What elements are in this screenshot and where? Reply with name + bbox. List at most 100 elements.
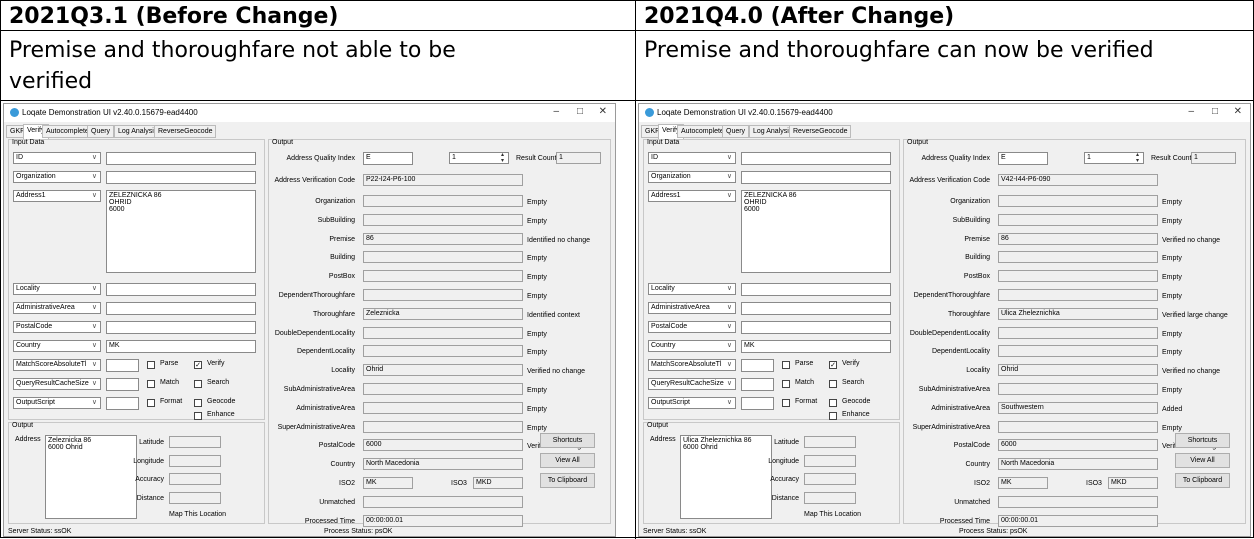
app-window: Loqate Demonstration UI v2.40.0.15679-ea… bbox=[3, 103, 616, 537]
screenshot-after: Loqate Demonstration UI v2.40.0.15679-ea… bbox=[636, 101, 1253, 539]
field-value-input[interactable]: MK bbox=[106, 340, 256, 353]
option-value-input[interactable] bbox=[741, 397, 774, 410]
field-value-input[interactable] bbox=[741, 152, 891, 165]
avc-label: Address Verification Code bbox=[274, 177, 355, 184]
checkbox-format[interactable] bbox=[782, 399, 790, 407]
output-field-label: DependentThoroughfare bbox=[913, 292, 990, 299]
minimize-icon[interactable]: – bbox=[1188, 106, 1194, 117]
view-all-button[interactable]: View All bbox=[1175, 453, 1230, 468]
shortcuts-button[interactable]: Shortcuts bbox=[1175, 433, 1230, 448]
view-all-button[interactable]: View All bbox=[540, 453, 595, 468]
checkbox-geocode[interactable] bbox=[194, 399, 202, 407]
checkbox-parse[interactable] bbox=[782, 361, 790, 369]
maximize-icon[interactable]: □ bbox=[1212, 106, 1218, 117]
field-value-input[interactable] bbox=[106, 283, 256, 296]
checkbox-geocode[interactable] bbox=[829, 399, 837, 407]
to-clipboard-button[interactable]: To Clipboard bbox=[540, 473, 595, 488]
description-after: Premise and thoroughfare can now be veri… bbox=[636, 31, 1253, 101]
field-name-dropdown[interactable]: Address1 bbox=[13, 190, 101, 202]
result-count-spinner[interactable]: 1 bbox=[449, 152, 509, 164]
field-name-dropdown[interactable]: ID bbox=[648, 152, 736, 164]
field-value-input[interactable] bbox=[741, 283, 891, 296]
field-name-dropdown[interactable]: Country bbox=[648, 340, 736, 352]
map-this-location-link[interactable]: Map This Location bbox=[804, 511, 861, 518]
checkbox-search[interactable] bbox=[829, 380, 837, 388]
output-field-label: Country bbox=[965, 461, 990, 469]
tab-query[interactable]: Query bbox=[87, 125, 115, 138]
field-name-dropdown[interactable]: Country bbox=[13, 340, 101, 352]
checkbox-enhance[interactable] bbox=[194, 412, 202, 420]
to-clipboard-button[interactable]: To Clipboard bbox=[1175, 473, 1230, 488]
address-label: Address bbox=[650, 436, 676, 443]
field-value-input[interactable] bbox=[741, 321, 891, 334]
option-value-input[interactable] bbox=[741, 378, 774, 391]
field-name-dropdown[interactable]: OutputScript bbox=[648, 397, 736, 409]
tab-autocomplete[interactable]: Autocomplete bbox=[42, 125, 93, 138]
maximize-icon[interactable]: □ bbox=[577, 106, 583, 117]
output-field-label: Building bbox=[965, 254, 990, 262]
field-name-dropdown[interactable]: Address1 bbox=[648, 190, 736, 202]
map-this-location-link[interactable]: Map This Location bbox=[169, 511, 226, 518]
checkbox-verify[interactable]: ✓ bbox=[194, 361, 202, 369]
field-value-input[interactable] bbox=[106, 321, 256, 334]
field-name-dropdown[interactable]: AdministrativeArea bbox=[13, 302, 101, 314]
field-name-dropdown[interactable]: Locality bbox=[13, 283, 101, 295]
checkbox-parse[interactable] bbox=[147, 361, 155, 369]
option-value-input[interactable] bbox=[106, 397, 139, 410]
field-value-input[interactable] bbox=[106, 152, 256, 165]
output-right-panel: OutputAddress Quality IndexE1Result Coun… bbox=[903, 139, 1246, 527]
output-field-status: Empty bbox=[527, 199, 547, 206]
checkbox-search[interactable] bbox=[194, 380, 202, 388]
result-count-label: Result Count bbox=[1151, 155, 1192, 162]
field-name-dropdown[interactable]: Organization bbox=[648, 171, 736, 183]
aqi-label: Address Quality Index bbox=[921, 155, 990, 162]
output-field-value bbox=[998, 195, 1158, 207]
option-value-input[interactable] bbox=[106, 359, 139, 372]
aqi-label: Address Quality Index bbox=[286, 155, 355, 162]
field-value-input[interactable] bbox=[106, 171, 256, 184]
output-field-value bbox=[998, 289, 1158, 301]
checkbox-match[interactable] bbox=[782, 380, 790, 388]
result-count-spinner[interactable]: 1 bbox=[1084, 152, 1144, 164]
field-value-input[interactable] bbox=[741, 171, 891, 184]
field-name-dropdown[interactable]: QueryResultCacheSize bbox=[13, 378, 101, 390]
field-name-dropdown[interactable]: PostalCode bbox=[13, 321, 101, 333]
tab-reversegeocode[interactable]: ReverseGeocode bbox=[789, 125, 852, 138]
checkbox-enhance[interactable] bbox=[829, 412, 837, 420]
field-name-dropdown[interactable]: OutputScript bbox=[13, 397, 101, 409]
field-value-input[interactable]: MK bbox=[741, 340, 891, 353]
checkbox-match[interactable] bbox=[147, 380, 155, 388]
field-name-dropdown[interactable]: MatchScoreAbsoluteTl bbox=[648, 359, 736, 371]
comparison-table: 2021Q3.1 (Before Change) 2021Q4.0 (After… bbox=[0, 0, 1254, 539]
option-value-input[interactable] bbox=[106, 378, 139, 391]
tab-query[interactable]: Query bbox=[722, 125, 750, 138]
geo-label: Longitude bbox=[133, 458, 164, 465]
close-icon[interactable]: ✕ bbox=[1234, 106, 1242, 117]
address1-input[interactable]: ZELEZNICKA 86 OHRID 6000 bbox=[741, 190, 891, 273]
field-name-dropdown[interactable]: PostalCode bbox=[648, 321, 736, 333]
field-name-dropdown[interactable]: ID bbox=[13, 152, 101, 164]
checkbox-format[interactable] bbox=[147, 399, 155, 407]
field-name-dropdown[interactable]: Locality bbox=[648, 283, 736, 295]
tab-reversegeocode[interactable]: ReverseGeocode bbox=[154, 125, 217, 138]
output-field-label: DoubleDependentLocality bbox=[274, 329, 355, 337]
checkbox-verify[interactable]: ✓ bbox=[829, 361, 837, 369]
field-name-dropdown[interactable]: Organization bbox=[13, 171, 101, 183]
field-name-dropdown[interactable]: AdministrativeArea bbox=[648, 302, 736, 314]
shortcuts-button[interactable]: Shortcuts bbox=[540, 433, 595, 448]
output-field-label: SubBuilding bbox=[317, 216, 355, 224]
close-icon[interactable]: ✕ bbox=[599, 106, 607, 117]
iso2-label: ISO2 bbox=[339, 480, 355, 487]
field-name-dropdown[interactable]: QueryResultCacheSize bbox=[648, 378, 736, 390]
output-field-value bbox=[998, 383, 1158, 395]
output-field-value bbox=[363, 401, 523, 414]
field-value-input[interactable] bbox=[741, 302, 891, 315]
field-value-input[interactable] bbox=[106, 302, 256, 315]
option-value-input[interactable] bbox=[741, 359, 774, 372]
tab-autocomplete[interactable]: Autocomplete bbox=[677, 125, 728, 138]
field-name-dropdown[interactable]: MatchScoreAbsoluteTl bbox=[13, 359, 101, 371]
output-field-status: Added bbox=[1162, 405, 1183, 413]
output-field-value: Ohrid bbox=[363, 364, 523, 377]
address1-input[interactable]: ZELEZNICKA 86 OHRID 6000 bbox=[106, 190, 256, 273]
minimize-icon[interactable]: – bbox=[553, 106, 559, 117]
